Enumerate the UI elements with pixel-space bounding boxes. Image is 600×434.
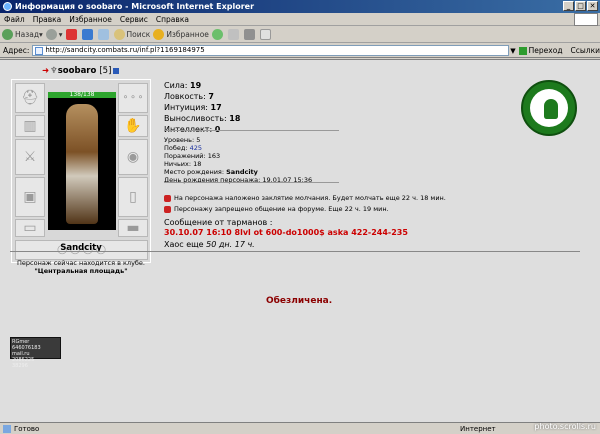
forward-arrow-icon bbox=[45, 29, 57, 40]
menu-tools[interactable]: Сервис bbox=[116, 15, 152, 24]
chaos-status: Хаос еще 50 дн. 17 ч. bbox=[164, 240, 255, 249]
shield-slot[interactable]: ◉ bbox=[118, 139, 148, 175]
level-badge: [5] bbox=[99, 66, 112, 76]
window-controls: _ □ ✕ bbox=[563, 1, 598, 11]
hp-bar: 138/138 bbox=[48, 92, 116, 98]
home-icon bbox=[97, 29, 109, 40]
toolbar: Назад ▾ ▾ Поиск Избранное bbox=[0, 27, 600, 43]
back-button[interactable]: Назад ▾ bbox=[2, 29, 43, 40]
page-icon bbox=[35, 47, 44, 55]
star-icon bbox=[153, 29, 165, 40]
section-divider bbox=[10, 251, 580, 252]
zone-text: Интернет bbox=[460, 424, 496, 433]
detail-level: Уровень: 5 bbox=[164, 136, 201, 144]
forum-ban-icon bbox=[164, 205, 171, 213]
boots-slot[interactable]: ▬ bbox=[118, 219, 148, 237]
menu-bar: Файл Правка Избранное Сервис Справка bbox=[0, 13, 600, 26]
details-divider bbox=[164, 182, 339, 183]
silence-notice: На персонажа наложено заклятие молчания.… bbox=[164, 194, 446, 202]
print-button[interactable] bbox=[243, 29, 257, 40]
edit-button[interactable] bbox=[259, 29, 273, 40]
weapon-slot[interactable]: ⚔ bbox=[15, 139, 45, 175]
go-arrow-icon bbox=[518, 46, 527, 55]
ie-icon bbox=[3, 2, 12, 11]
media-icon bbox=[211, 29, 223, 40]
club-line: Персонаж сейчас находится в клубе. bbox=[17, 259, 145, 267]
window-title: Информация о soobaro - Microsoft Interne… bbox=[15, 2, 255, 11]
character-details: Уровень: 5 Побед: 425 Поражений: 163 Нич… bbox=[164, 136, 312, 184]
watermark: photo.scrolls.ru bbox=[534, 422, 596, 431]
equipment-panel: ⛑ ▥ ⚔ ▣ ▭ 138/138 ⚬⚬⚬ ✋ ◉ ▯ ▬ ◯ ◯ ◯ ◯ bbox=[11, 79, 151, 263]
armor-slot[interactable]: ▣ bbox=[15, 177, 45, 217]
clan-figure-icon bbox=[544, 99, 558, 119]
stop-button[interactable] bbox=[65, 29, 79, 40]
minimize-button[interactable]: _ bbox=[563, 1, 574, 11]
silence-icon bbox=[164, 194, 171, 202]
mail-button[interactable] bbox=[227, 29, 241, 40]
clan-emblem[interactable] bbox=[521, 80, 577, 136]
maximize-button[interactable]: □ bbox=[575, 1, 586, 11]
address-bar: Адрес: http://sandcity.combats.ru/inf.pl… bbox=[0, 44, 600, 58]
belt-slot[interactable]: ▭ bbox=[15, 219, 45, 237]
character-nick: ➜ ♆ soobaro [5] bbox=[42, 66, 120, 76]
search-icon bbox=[113, 29, 125, 40]
stat-intuition: Интуиция: 17 bbox=[164, 103, 222, 112]
info-icon[interactable] bbox=[113, 68, 120, 74]
address-label: Адрес: bbox=[3, 46, 30, 55]
stop-icon bbox=[65, 29, 77, 40]
forward-button[interactable]: ▾ bbox=[45, 29, 63, 40]
windows-logo bbox=[574, 13, 598, 26]
stat-strength: Сила: 19 bbox=[164, 81, 202, 90]
private-arrow-icon[interactable]: ➜ bbox=[42, 66, 49, 76]
menu-edit[interactable]: Правка bbox=[29, 15, 66, 24]
search-button[interactable]: Поиск bbox=[113, 29, 150, 40]
home-button[interactable] bbox=[97, 29, 111, 40]
rings-slot[interactable]: ⚬⚬⚬ bbox=[118, 83, 148, 113]
mail-counter-badge[interactable]: RGmer 646076183 mail.ru 2086225 38296 bbox=[10, 337, 61, 369]
page-content: ➜ ♆ soobaro [5] ⛑ ▥ ⚔ ▣ ▭ 138/138 ⚬⚬⚬ ✋ … bbox=[0, 59, 600, 422]
status-bar: Готово Интернет photo.scrolls.ru bbox=[0, 422, 600, 434]
edit-icon bbox=[259, 29, 271, 40]
menu-file[interactable]: Файл bbox=[0, 15, 29, 24]
detail-wins: Побед: 425 bbox=[164, 144, 203, 152]
go-button[interactable]: Переход bbox=[518, 46, 563, 55]
back-arrow-icon bbox=[2, 29, 13, 40]
address-input[interactable]: http://sandcity.combats.ru/inf.pl?116918… bbox=[32, 45, 510, 56]
nick-text: soobaro bbox=[57, 66, 97, 76]
avatar-figure bbox=[66, 104, 98, 224]
menu-help[interactable]: Справка bbox=[152, 15, 193, 24]
page-status-icon bbox=[3, 424, 11, 433]
gloves-slot[interactable]: ✋ bbox=[118, 115, 148, 137]
menu-favorites[interactable]: Избранное bbox=[65, 15, 116, 24]
stats-divider bbox=[164, 130, 339, 131]
mail-icon bbox=[227, 29, 239, 40]
refresh-icon bbox=[81, 29, 93, 40]
alignment-icon: ♆ bbox=[50, 66, 58, 76]
message-text: 30.10.07 16:10 8lvl ot 600-do1000$ aska … bbox=[164, 228, 408, 237]
links-button[interactable]: Ссылки bbox=[571, 46, 600, 55]
window-titlebar: Информация о soobaro - Microsoft Interne… bbox=[0, 0, 600, 13]
legs-slot[interactable]: ▯ bbox=[118, 177, 148, 217]
stat-endurance: Выносливость: 18 bbox=[164, 114, 241, 123]
stats-list: Сила: 19 Ловкость: 7 Интуиция: 17 Выносл… bbox=[164, 80, 240, 135]
helmet-slot[interactable]: ⛑ bbox=[15, 83, 45, 113]
bracers-slot[interactable]: ▥ bbox=[15, 115, 45, 137]
close-button[interactable]: ✕ bbox=[587, 1, 598, 11]
print-icon bbox=[243, 29, 255, 40]
message-header: Сообщение от тарманов : bbox=[164, 218, 273, 227]
media-button[interactable] bbox=[211, 29, 225, 40]
detail-birthplace: Место рождения: Sandcity bbox=[164, 168, 258, 176]
stat-agility: Ловкость: 7 bbox=[164, 92, 214, 101]
detail-draws: Ничьих: 18 bbox=[164, 160, 202, 168]
character-avatar: 138/138 bbox=[48, 92, 116, 230]
favorites-button[interactable]: Избранное bbox=[153, 29, 209, 40]
address-dropdown-icon[interactable]: ▼ bbox=[510, 47, 515, 55]
forum-ban-notice: Персонажу запрещено общение на форуме. Е… bbox=[164, 205, 389, 213]
refresh-button[interactable] bbox=[81, 29, 95, 40]
detail-losses: Поражений: 163 bbox=[164, 152, 221, 160]
status-text: Готово bbox=[14, 424, 40, 433]
clan-emblem-inner bbox=[530, 89, 568, 127]
blocked-status: Обезличена. bbox=[266, 296, 333, 306]
club-place: "Центральная площадь" bbox=[34, 267, 128, 275]
